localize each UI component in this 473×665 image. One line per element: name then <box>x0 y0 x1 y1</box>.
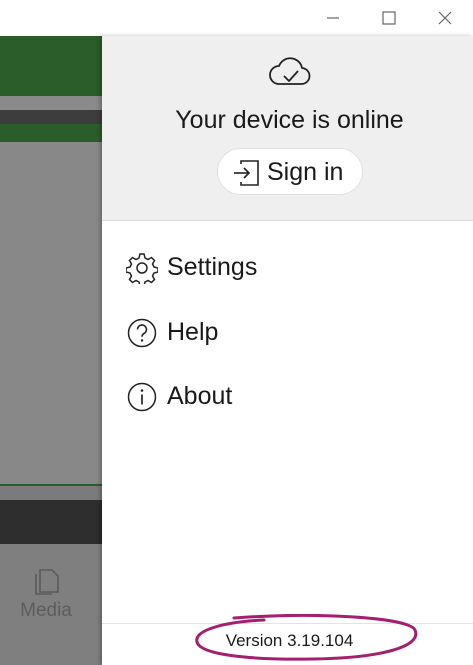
minimize-icon <box>327 17 339 19</box>
background-strip-lower <box>0 486 102 500</box>
sign-in-button[interactable]: Sign in <box>217 148 363 195</box>
annotation-circle <box>195 614 418 661</box>
copy-pages-icon <box>35 569 59 595</box>
maximize-button[interactable] <box>366 0 412 36</box>
media-nav-item[interactable]: Media <box>14 566 78 622</box>
menu-item-label: About <box>167 382 233 410</box>
maximize-icon <box>382 11 396 25</box>
account-panel: Your device is online Sign in Settings H… <box>102 36 473 665</box>
background-player-bar <box>0 500 102 544</box>
background-toolbar <box>0 110 102 124</box>
connection-status: Your device is online <box>175 106 404 134</box>
close-button[interactable] <box>422 0 468 36</box>
gear-icon <box>126 253 158 284</box>
title-bar <box>0 0 473 36</box>
background-content <box>0 142 102 484</box>
minimize-button[interactable] <box>310 0 356 36</box>
sign-in-icon <box>234 160 259 186</box>
close-icon <box>438 11 452 25</box>
menu-item-label: Help <box>167 318 219 346</box>
info-circle-icon <box>127 382 157 412</box>
cloud-check-icon <box>269 57 311 85</box>
sign-in-label: Sign in <box>267 158 344 186</box>
help-circle-icon <box>127 318 157 348</box>
background-banner <box>0 124 102 142</box>
background-header <box>0 36 102 96</box>
panel-header: Your device is online Sign in <box>102 36 473 221</box>
menu-item-label: Settings <box>167 253 258 281</box>
background-app-overlay[interactable]: Media <box>0 36 102 665</box>
menu-item-about[interactable]: About <box>102 369 473 425</box>
background-strip <box>0 96 102 110</box>
menu-item-help[interactable]: Help <box>102 305 473 361</box>
menu-item-settings[interactable]: Settings <box>102 240 473 296</box>
media-label: Media <box>20 600 72 621</box>
